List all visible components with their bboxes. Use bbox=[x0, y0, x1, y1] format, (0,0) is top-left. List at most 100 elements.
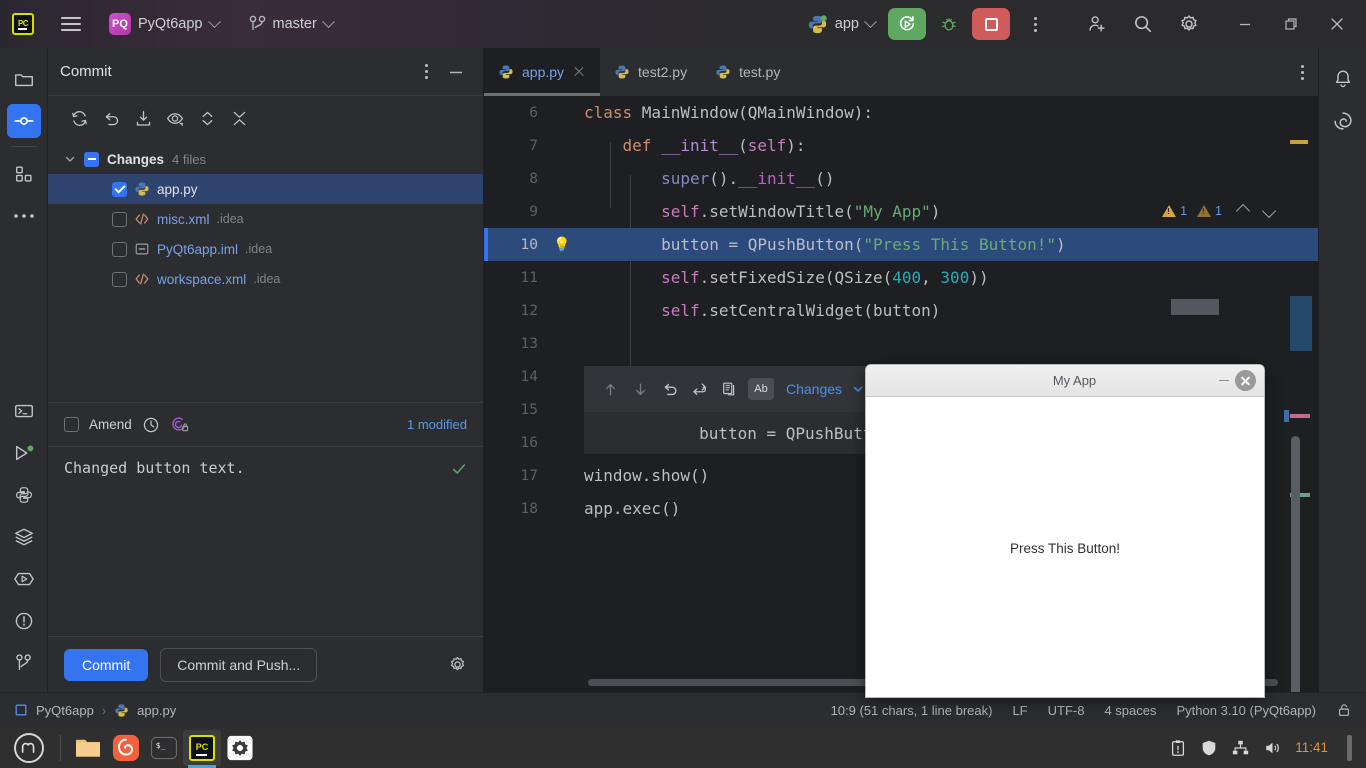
linux-mint-logo-icon[interactable] bbox=[14, 732, 44, 763]
revert-button[interactable] bbox=[658, 377, 682, 401]
tab-app-py[interactable]: app.py bbox=[484, 48, 601, 96]
warning-marker[interactable] bbox=[1290, 140, 1308, 144]
my-app-window[interactable]: My App Press This Button! bbox=[865, 364, 1265, 698]
sidebar-item-more[interactable] bbox=[7, 199, 41, 233]
commit-history-button[interactable] bbox=[142, 416, 160, 434]
caret-position-label[interactable]: 10:9 (51 chars, 1 line break) bbox=[831, 703, 993, 718]
speaker-icon[interactable] bbox=[1263, 739, 1282, 757]
next-difference-button[interactable] bbox=[628, 377, 652, 401]
changes-group-row[interactable]: Changes 4 files bbox=[48, 144, 483, 174]
shield-icon[interactable] bbox=[1200, 739, 1218, 757]
taskbar-terminal[interactable]: $_ bbox=[145, 730, 183, 766]
more-actions-button[interactable] bbox=[1018, 7, 1052, 41]
branch-selector[interactable]: master bbox=[242, 11, 340, 37]
previous-problem-button[interactable] bbox=[1232, 203, 1254, 219]
sidebar-item-structure[interactable] bbox=[7, 157, 41, 191]
tab-test-py[interactable]: test.py bbox=[701, 48, 794, 96]
ignore-whitespace-button[interactable]: Ab bbox=[748, 378, 774, 400]
line-separator-label[interactable]: LF bbox=[1012, 703, 1027, 718]
changes-tree[interactable]: Changes 4 files app.py misc.xml .idea Py… bbox=[48, 140, 483, 402]
taskbar-settings[interactable] bbox=[221, 730, 259, 766]
editor-tabs-options-button[interactable] bbox=[1301, 48, 1318, 96]
stop-button[interactable] bbox=[972, 8, 1010, 40]
change-marker[interactable] bbox=[1290, 414, 1310, 418]
refresh-changes-button[interactable] bbox=[64, 103, 94, 133]
copy-button[interactable] bbox=[718, 377, 742, 401]
sidebar-item-services[interactable] bbox=[7, 520, 41, 554]
amend-checkbox[interactable] bbox=[64, 417, 79, 432]
breadcrumb-file[interactable]: app.py bbox=[137, 703, 176, 718]
indent-label[interactable]: 4 spaces bbox=[1104, 703, 1156, 718]
project-selector[interactable]: PQ PyQt6app bbox=[102, 9, 226, 39]
sidebar-item-terminal[interactable] bbox=[7, 394, 41, 428]
add-account-button[interactable] bbox=[1080, 7, 1114, 41]
changes-file-row-workspace-xml[interactable]: workspace.xml .idea bbox=[48, 264, 483, 294]
close-icon[interactable] bbox=[572, 65, 586, 79]
tab-test2-py[interactable]: test2.py bbox=[600, 48, 701, 96]
changes-group-checkbox[interactable] bbox=[84, 151, 99, 167]
my-app-close-button[interactable] bbox=[1235, 370, 1256, 391]
my-app-minimize-button[interactable] bbox=[1213, 370, 1235, 392]
run-configuration-selector[interactable]: app bbox=[800, 10, 882, 39]
sidebar-item-project[interactable] bbox=[7, 62, 41, 96]
shelve-button[interactable] bbox=[128, 103, 158, 133]
interpreter-label[interactable]: Python 3.10 (PyQt6app) bbox=[1177, 703, 1316, 718]
file-checkbox[interactable] bbox=[112, 241, 127, 257]
taskbar-pycharm[interactable]: PC bbox=[183, 729, 221, 768]
settings-button[interactable] bbox=[1172, 7, 1206, 41]
window-minimize-button[interactable] bbox=[1222, 0, 1268, 48]
commit-options-button[interactable] bbox=[411, 57, 441, 87]
taskbar-handle[interactable] bbox=[1347, 734, 1352, 761]
pycharm-logo-icon[interactable]: PC bbox=[6, 7, 40, 41]
expand-collapse-button[interactable] bbox=[192, 103, 222, 133]
commit-button[interactable]: Commit bbox=[64, 648, 149, 681]
breadcrumb-project[interactable]: PyQt6app bbox=[36, 703, 94, 718]
taskbar-clock[interactable]: 11:41 bbox=[1295, 740, 1328, 755]
sidebar-item-python-console[interactable] bbox=[7, 562, 41, 596]
rollback-button[interactable] bbox=[96, 103, 126, 133]
commit-settings-button[interactable] bbox=[448, 655, 467, 674]
search-everywhere-button[interactable] bbox=[1126, 7, 1160, 41]
network-icon[interactable] bbox=[1231, 739, 1250, 757]
encoding-label[interactable]: UTF-8 bbox=[1048, 703, 1085, 718]
taskbar-firefox[interactable] bbox=[107, 730, 145, 766]
debug-button[interactable] bbox=[932, 7, 966, 41]
collapse-all-button[interactable] bbox=[224, 103, 254, 133]
taskbar-files[interactable] bbox=[69, 730, 107, 766]
window-close-button[interactable] bbox=[1314, 0, 1360, 48]
sidebar-item-commit[interactable] bbox=[6, 104, 41, 138]
sidebar-item-python-packages[interactable] bbox=[7, 478, 41, 512]
inspections-widget[interactable]: 1 1 bbox=[1162, 203, 1280, 219]
chevron-down-icon[interactable] bbox=[64, 153, 76, 165]
rerun-button[interactable] bbox=[888, 8, 926, 40]
clipboard-icon[interactable] bbox=[1169, 739, 1187, 757]
sidebar-item-problems[interactable] bbox=[7, 604, 41, 638]
commit-hide-button[interactable] bbox=[441, 57, 471, 87]
press-this-button[interactable]: Press This Button! bbox=[1010, 541, 1120, 556]
read-only-toggle[interactable] bbox=[1336, 702, 1352, 718]
changes-file-row-misc-xml[interactable]: misc.xml .idea bbox=[48, 204, 483, 234]
editor-vertical-scrollbar[interactable] bbox=[1291, 436, 1300, 736]
window-restore-button[interactable] bbox=[1268, 0, 1314, 48]
sidebar-item-version-control[interactable] bbox=[7, 646, 41, 680]
file-checkbox[interactable] bbox=[112, 271, 127, 287]
commit-and-push-button[interactable]: Commit and Push... bbox=[160, 647, 318, 682]
commit-message-field[interactable]: Changed button text. bbox=[48, 446, 483, 636]
changes-file-row-app-py[interactable]: app.py bbox=[48, 174, 483, 204]
sidebar-item-run[interactable] bbox=[7, 436, 41, 470]
commit-checks-button[interactable] bbox=[170, 415, 189, 434]
file-checkbox[interactable] bbox=[112, 211, 127, 227]
previous-difference-button[interactable] bbox=[598, 377, 622, 401]
sidebar-item-notifications[interactable] bbox=[1326, 62, 1360, 96]
hamburger-menu-icon[interactable] bbox=[54, 7, 88, 41]
chevron-down-icon[interactable] bbox=[852, 383, 864, 395]
my-app-titlebar[interactable]: My App bbox=[866, 365, 1264, 397]
vcs-change-marker[interactable] bbox=[1284, 410, 1289, 422]
diff-changes-label[interactable]: Changes bbox=[786, 381, 842, 397]
changes-file-row-pyqt6app-iml[interactable]: PyQt6app.iml .idea bbox=[48, 234, 483, 264]
intention-bulb-icon[interactable]: 💡 bbox=[552, 236, 572, 253]
file-checkbox[interactable] bbox=[112, 181, 127, 197]
preview-diff-button[interactable] bbox=[160, 103, 190, 133]
sidebar-item-ai-assistant[interactable] bbox=[1326, 104, 1360, 138]
accept-change-button[interactable] bbox=[688, 377, 712, 401]
